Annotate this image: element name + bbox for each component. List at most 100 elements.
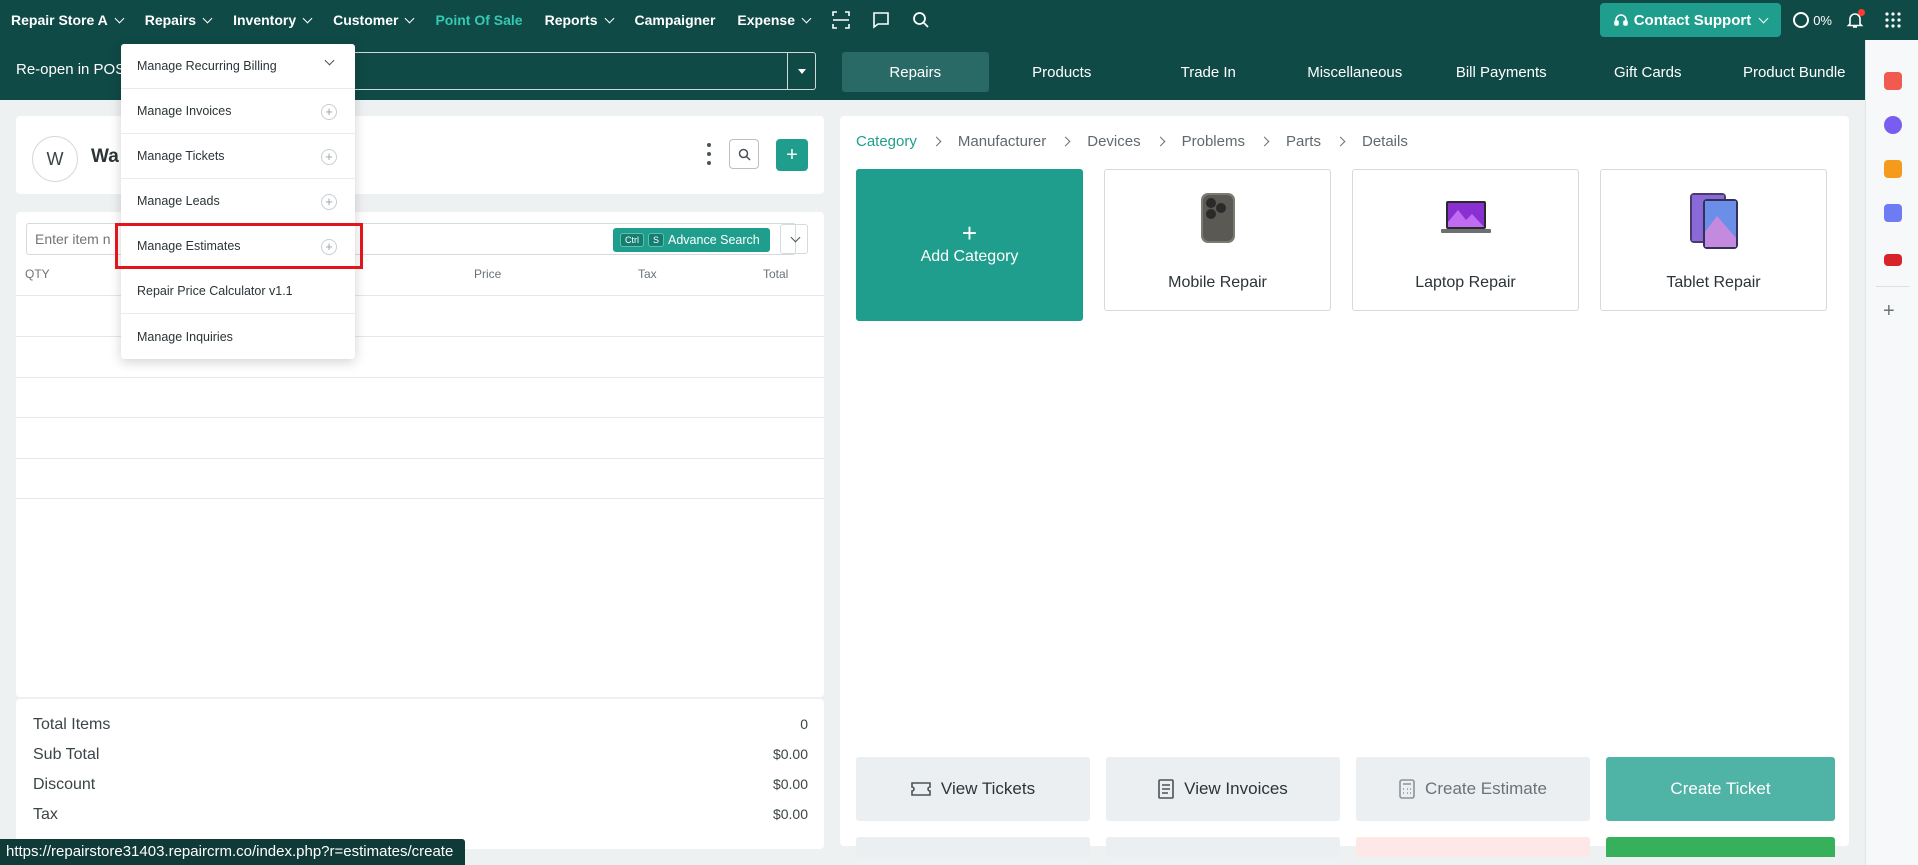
more-options-icon[interactable]: [706, 143, 712, 165]
category-card-tablet-repair[interactable]: Tablet Repair: [1600, 169, 1827, 311]
tab-products[interactable]: Products: [989, 52, 1136, 92]
customer-search-button[interactable]: [729, 139, 759, 169]
search-icon[interactable]: [901, 0, 941, 40]
apps-grid-icon[interactable]: [1878, 5, 1908, 35]
category-card-label: Laptop Repair: [1415, 274, 1516, 291]
view-tickets-button[interactable]: View Tickets: [856, 757, 1090, 821]
nav-point-of-sale[interactable]: Point Of Sale: [424, 0, 533, 40]
nav-store-selector[interactable]: Repair Store A: [0, 0, 134, 40]
contact-support-button[interactable]: Contact Support: [1599, 3, 1782, 37]
laptop-icon: [1440, 201, 1491, 233]
nav-campaigner[interactable]: Campaigner: [624, 0, 727, 40]
card-extension-icon[interactable]: [1884, 254, 1902, 266]
menu-item-manage-tickets[interactable]: Manage Tickets +: [121, 134, 355, 179]
avatar[interactable]: W: [32, 136, 78, 182]
bottom-action-button-1[interactable]: [856, 837, 1090, 857]
nav-label: Repairs: [144, 12, 197, 28]
breadcrumb-parts[interactable]: Parts: [1286, 133, 1321, 150]
menu-item-manage-invoices[interactable]: Manage Invoices +: [121, 89, 355, 134]
view-invoices-button[interactable]: View Invoices: [1106, 757, 1340, 821]
chevron-down-icon: [202, 13, 213, 23]
chevron-down-icon[interactable]: [324, 55, 335, 66]
customer-name: Wa: [91, 146, 119, 167]
tab-gift-cards[interactable]: Gift Cards: [1575, 52, 1722, 92]
plus-icon[interactable]: +: [321, 104, 337, 120]
sub-total-value: $0.00: [772, 746, 808, 762]
create-ticket-button[interactable]: Create Ticket: [1606, 757, 1835, 821]
add-category-card[interactable]: + Add Category: [856, 169, 1083, 321]
menu-item-repair-price-calculator[interactable]: Repair Price Calculator v1.1: [121, 269, 355, 314]
sub-total-label: Sub Total: [33, 746, 100, 763]
nav-right-group: Contact Support 0%: [1599, 0, 1918, 40]
shield-extension-icon[interactable]: [1884, 204, 1902, 222]
progress-label: 0%: [1813, 12, 1832, 28]
bottom-action-button-4[interactable]: [1606, 837, 1835, 857]
plus-icon[interactable]: +: [321, 194, 337, 210]
column-tax: Tax: [638, 267, 657, 281]
column-price: Price: [474, 267, 502, 281]
category-card-mobile-repair[interactable]: Mobile Repair: [1104, 169, 1331, 311]
breadcrumb-details[interactable]: Details: [1362, 133, 1408, 150]
view-invoices-label: View Invoices: [1184, 779, 1288, 798]
search-options-dropdown[interactable]: [780, 224, 808, 254]
progress-indicator[interactable]: 0%: [1793, 12, 1832, 28]
add-extension-icon[interactable]: +: [1883, 300, 1895, 323]
bottom-action-button-2[interactable]: [1106, 837, 1340, 857]
tab-miscellaneous[interactable]: Miscellaneous: [1282, 52, 1429, 92]
tab-product-bundle[interactable]: Product Bundle: [1721, 52, 1868, 92]
tab-bill-payments[interactable]: Bill Payments: [1428, 52, 1575, 92]
nav-expense[interactable]: Expense: [726, 0, 821, 40]
plus-icon[interactable]: +: [321, 149, 337, 165]
scan-icon[interactable]: [821, 0, 861, 40]
bottom-action-button-3[interactable]: [1356, 837, 1590, 857]
column-total: Total: [763, 267, 789, 281]
nav-inventory[interactable]: Inventory: [222, 0, 322, 40]
breadcrumb-category[interactable]: Category: [856, 133, 917, 150]
advance-search-button[interactable]: Ctrl S Advance Search: [613, 228, 770, 252]
nav-label: Expense: [737, 12, 796, 28]
nav-label: Reports: [544, 12, 598, 28]
chevron-down-icon: [114, 13, 125, 23]
menu-item-manage-recurring-billing[interactable]: Manage Recurring Billing: [121, 44, 355, 89]
pos-tabs: Repairs Products Trade In Miscellaneous …: [842, 52, 1868, 92]
menu-item-label: Manage Inquiries: [137, 329, 233, 344]
breadcrumb-devices[interactable]: Devices: [1087, 133, 1140, 150]
category-card-laptop-repair[interactable]: Laptop Repair: [1352, 169, 1579, 311]
breadcrumb-manufacturer[interactable]: Manufacturer: [958, 133, 1046, 150]
chat-icon[interactable]: [861, 0, 901, 40]
create-estimate-button[interactable]: Create Estimate: [1356, 757, 1590, 821]
view-tickets-label: View Tickets: [940, 779, 1036, 798]
tab-repairs[interactable]: Repairs: [842, 52, 989, 92]
chevron-down-icon: [1758, 13, 1769, 23]
avatar-initial: W: [46, 148, 64, 169]
notification-bell-icon[interactable]: [1842, 7, 1868, 33]
tab-trade-in[interactable]: Trade In: [1135, 52, 1282, 92]
top-navigation: Repair Store A Repairs Inventory Custome…: [0, 0, 1918, 40]
breadcrumb: Category Manufacturer Devices Problems P…: [856, 133, 1408, 150]
calculator-icon: [1399, 779, 1415, 799]
document-icon: [1158, 779, 1174, 799]
chat-extension-icon[interactable]: [1884, 116, 1902, 134]
search-icon: [738, 148, 751, 161]
add-customer-button[interactable]: +: [776, 139, 808, 171]
nav-repairs[interactable]: Repairs: [134, 0, 222, 40]
select-caret-icon[interactable]: [787, 53, 815, 89]
menu-item-manage-inquiries[interactable]: Manage Inquiries: [121, 314, 355, 359]
category-card-label: Mobile Repair: [1168, 274, 1267, 291]
extensions-rail: +: [1865, 40, 1918, 865]
table-row: [16, 458, 824, 459]
gift-extension-icon[interactable]: [1884, 72, 1902, 90]
nav-label: Repair Store A: [11, 12, 108, 28]
reopen-select[interactable]: [330, 52, 816, 90]
breadcrumb-problems[interactable]: Problems: [1182, 133, 1245, 150]
chevron-right-icon: [1259, 136, 1270, 147]
table-row: [16, 377, 824, 378]
nav-customer[interactable]: Customer: [322, 0, 424, 40]
kbd-ctrl: Ctrl: [620, 233, 644, 247]
menu-item-manage-leads[interactable]: Manage Leads +: [121, 179, 355, 224]
nav-reports[interactable]: Reports: [534, 0, 624, 40]
rail-divider: [1876, 286, 1910, 287]
progress-ring-icon: [1793, 12, 1810, 28]
note-extension-icon[interactable]: [1884, 160, 1902, 178]
chevron-down-icon: [801, 13, 812, 23]
